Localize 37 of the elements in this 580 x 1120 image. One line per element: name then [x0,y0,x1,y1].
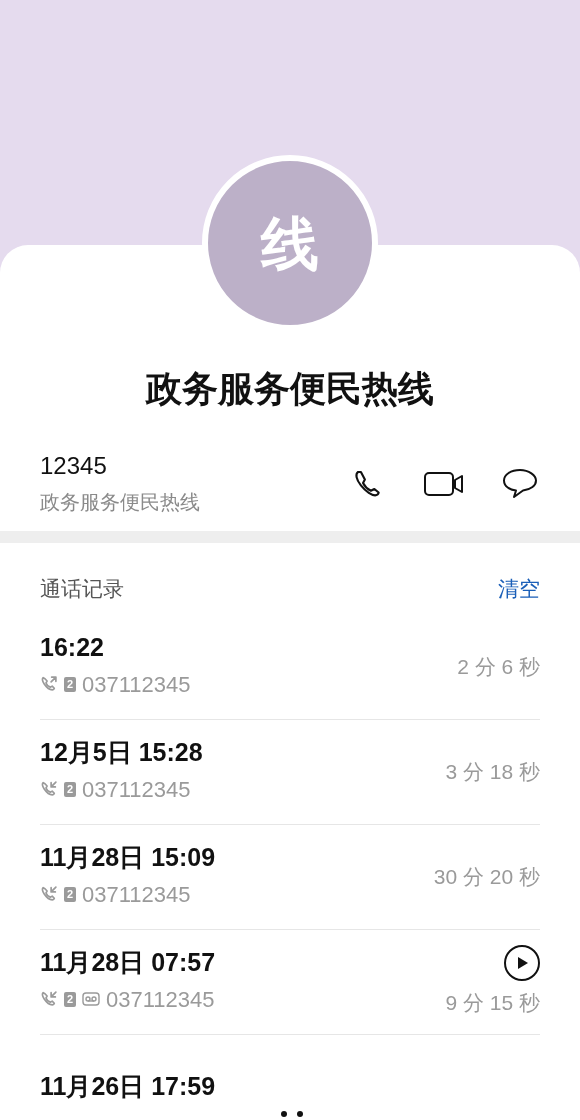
call-log-row[interactable]: 16:22 2 037112345 2 分 6 秒 [40,614,540,720]
call-duration: 2 分 6 秒 [457,653,540,680]
outgoing-call-icon [40,675,58,694]
voicemail-icon [82,992,100,1007]
phone-number: 12345 [40,451,108,481]
number-label: 政务服务便民热线 [40,490,201,515]
call-number: 037112345 [82,880,191,909]
incoming-call-icon [40,990,58,1009]
call-duration: 30 分 20 秒 [433,863,540,890]
chat-bubble-icon [502,468,538,500]
call-time: 12月5日 15:28 [40,737,203,769]
call-number: 037112345 [82,670,191,699]
call-time: 11月28日 15:09 [40,842,216,874]
call-log-row[interactable]: 11月26日 17:59 [40,1034,540,1120]
call-log-row[interactable]: 11月28日 15:09 2 037112345 30 分 20 秒 [40,824,540,930]
video-camera-icon [424,471,464,497]
call-log-row[interactable]: 11月28日 07:57 2 037112345 9 分 15 秒 [40,929,540,1035]
call-number: 037112345 [82,775,191,804]
call-time: 16:22 [40,632,105,664]
call-time: 11月26日 17:59 [40,1071,216,1103]
section-title: 通话记录 [40,576,124,602]
call-duration: 3 分 18 秒 [445,758,540,785]
page-indicator-icon [280,1110,304,1118]
clear-link[interactable]: 清空 [498,573,540,605]
call-number: 037112345 [106,985,215,1014]
incoming-call-icon [40,780,58,799]
sim-badge: 2 [64,781,76,797]
contact-name: 政务服务便民热线 [144,371,435,407]
sim-badge: 2 [64,886,76,902]
play-icon [515,955,529,970]
call-time: 11月28日 07:57 [40,947,216,979]
incoming-call-icon [40,885,58,904]
call-log-row[interactable]: 12月5日 15:28 2 037112345 3 分 18 秒 [40,719,540,825]
sim-badge: 2 [64,676,76,692]
call-duration: 9 分 15 秒 [445,989,540,1016]
play-button[interactable] [504,944,540,981]
sim-badge: 2 [64,991,76,1007]
